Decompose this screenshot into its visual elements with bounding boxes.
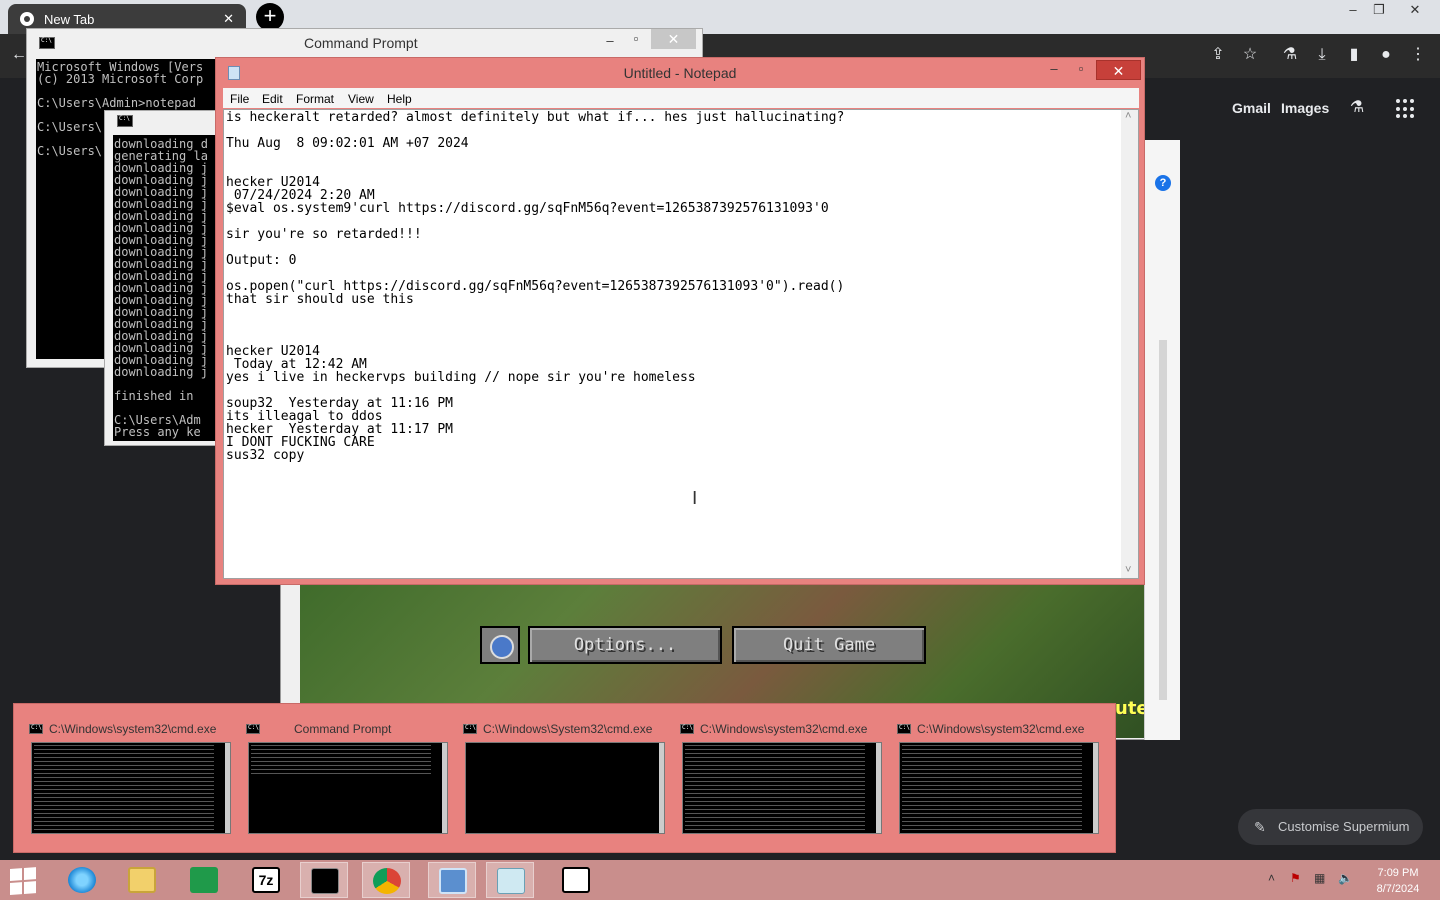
labs-icon[interactable]: ⚗ — [1346, 97, 1368, 119]
side-panel: ? — [1144, 140, 1180, 740]
menu-format[interactable]: Format — [296, 92, 334, 106]
thumbnail-cmd-1[interactable]: C:\Windows\system32\cmd.exe — [29, 718, 234, 838]
side-panel-icon[interactable]: ▮ — [1343, 44, 1365, 66]
cmd-icon — [463, 724, 477, 734]
thumbnail-title: C:\Windows\system32\cmd.exe — [700, 722, 868, 736]
new-tab-button[interactable]: + — [256, 3, 284, 31]
chrome-taskbar-icon[interactable] — [362, 862, 410, 898]
command-prompt-taskbar-icon[interactable] — [300, 862, 348, 898]
volume-icon[interactable]: 🔈 — [1338, 871, 1353, 885]
remote-desktop-icon[interactable] — [428, 862, 476, 898]
google-apps-icon[interactable] — [1396, 99, 1416, 119]
images-link[interactable]: Images — [1281, 100, 1329, 116]
menu-edit[interactable]: Edit — [262, 92, 283, 106]
internet-explorer-icon[interactable] — [58, 862, 106, 898]
menu-file[interactable]: File — [230, 92, 249, 106]
cmd-close-button[interactable]: ✕ — [651, 29, 696, 49]
pencil-icon: ✎ — [1254, 819, 1266, 835]
thumbnail-cmd-5[interactable]: C:\Windows\system32\cmd.exe — [897, 718, 1102, 838]
options-button[interactable]: Options... — [528, 626, 722, 664]
thumbnail-title: C:\Windows\system32\cmd.exe — [917, 722, 1085, 736]
notepad-taskbar-icon[interactable] — [486, 862, 534, 898]
cmd-titlebar[interactable]: Command Prompt – ▫ ✕ — [27, 29, 702, 57]
gmail-link[interactable]: Gmail — [1232, 100, 1271, 116]
thumbnail-cmd-4[interactable]: C:\Windows\system32\cmd.exe — [680, 718, 885, 838]
customise-label: Customise Supermium — [1278, 819, 1410, 834]
notepad-scrollbar[interactable] — [1121, 110, 1138, 578]
notepad-titlebar[interactable]: Untitled - Notepad – ▫ ✕ — [216, 58, 1144, 88]
help-icon[interactable]: ? — [1155, 175, 1171, 191]
file-explorer-icon[interactable] — [118, 862, 166, 898]
notepad-title: Untitled - Notepad — [623, 65, 737, 81]
action-center-flag-icon[interactable]: ⚑ — [1290, 871, 1301, 885]
notepad-maximize-icon[interactable]: ▫ — [1067, 58, 1095, 80]
clock-time: 7:09 PM — [1377, 867, 1419, 879]
quit-game-button[interactable]: Quit Game — [732, 626, 926, 664]
notepad-window[interactable]: Untitled - Notepad – ▫ ✕ File Edit Forma… — [215, 57, 1145, 585]
tab-close-icon[interactable]: ✕ — [223, 11, 234, 27]
side-panel-scrollbar[interactable] — [1159, 340, 1167, 700]
thumbnail-preview — [899, 742, 1099, 834]
menu-kebab-icon[interactable]: ⋮ — [1407, 44, 1429, 66]
show-hidden-icons-icon[interactable]: ˄ — [1268, 871, 1275, 885]
menu-view[interactable]: View — [348, 92, 374, 106]
cmd-icon — [246, 724, 260, 734]
system-clock[interactable]: 7:09 PM 8/7/2024 — [1368, 865, 1428, 897]
share-icon[interactable]: ⇪ — [1207, 44, 1229, 66]
tab-title: New Tab — [44, 11, 95, 27]
text-cursor-icon: I — [692, 488, 698, 509]
cmd-icon — [29, 724, 43, 734]
download-icon[interactable]: ⤓ — [1311, 44, 1333, 66]
thumbnail-preview — [465, 742, 665, 834]
thumbnail-preview — [682, 742, 882, 834]
restore-icon[interactable]: ❐ — [1364, 0, 1394, 20]
thumbnail-cmd-3[interactable]: C:\Windows\System32\cmd.exe — [463, 718, 668, 838]
taskbar-thumbnail-preview: C:\Windows\system32\cmd.exe Command Prom… — [13, 703, 1116, 853]
notepad-close-button[interactable]: ✕ — [1096, 60, 1141, 80]
cmd-icon — [680, 724, 694, 734]
notepad-minimize-icon[interactable]: – — [1040, 58, 1068, 80]
minecraft-launcher-icon[interactable] — [552, 862, 600, 898]
network-icon[interactable]: ▦ — [1314, 871, 1325, 885]
thumbnail-title: C:\Windows\System32\cmd.exe — [483, 722, 653, 736]
bookmark-star-icon[interactable]: ☆ — [1239, 44, 1261, 66]
taskbar: 7z ˄ ⚑ ▦ 🔈 7:09 PM 8/7/2024 — [0, 860, 1440, 900]
profile-avatar-icon[interactable]: ● — [1375, 44, 1397, 66]
notepad-text-area[interactable]: is heckeralt retarded? almost definitely… — [223, 109, 1139, 579]
close-icon[interactable]: ✕ — [1400, 0, 1430, 20]
cmd-icon — [39, 37, 55, 49]
labs-flask-icon[interactable]: ⚗ — [1279, 44, 1301, 66]
thumbnail-title: C:\Windows\system32\cmd.exe — [49, 722, 217, 736]
notepad-content[interactable]: is heckeralt retarded? almost definitely… — [226, 111, 844, 462]
thumbnail-cmd-2[interactable]: Command Prompt — [246, 718, 451, 838]
chrome-icon — [20, 12, 34, 26]
thumbnail-preview — [248, 742, 448, 834]
customise-button[interactable]: ✎ Customise Supermium — [1238, 809, 1423, 845]
language-button[interactable] — [480, 626, 520, 664]
cmd-icon — [117, 115, 133, 127]
thumbnail-preview — [31, 742, 231, 834]
thumbnail-title: Command Prompt — [294, 722, 392, 736]
clock-date: 8/7/2024 — [1376, 883, 1420, 895]
cmd-title: Command Prompt — [304, 35, 418, 51]
cmd-icon — [897, 724, 911, 734]
notepad-menubar: File Edit Format View Help — [223, 88, 1139, 108]
store-icon[interactable] — [180, 862, 228, 898]
menu-help[interactable]: Help — [387, 92, 412, 106]
cmd-maximize-icon[interactable]: ▫ — [621, 29, 651, 49]
start-button[interactable] — [10, 867, 38, 895]
cmd-console-output-2: downloading d generating la downloading … — [113, 135, 217, 441]
7zip-icon[interactable]: 7z — [242, 862, 290, 898]
command-prompt-window-2[interactable]: downloading d generating la downloading … — [104, 110, 217, 446]
